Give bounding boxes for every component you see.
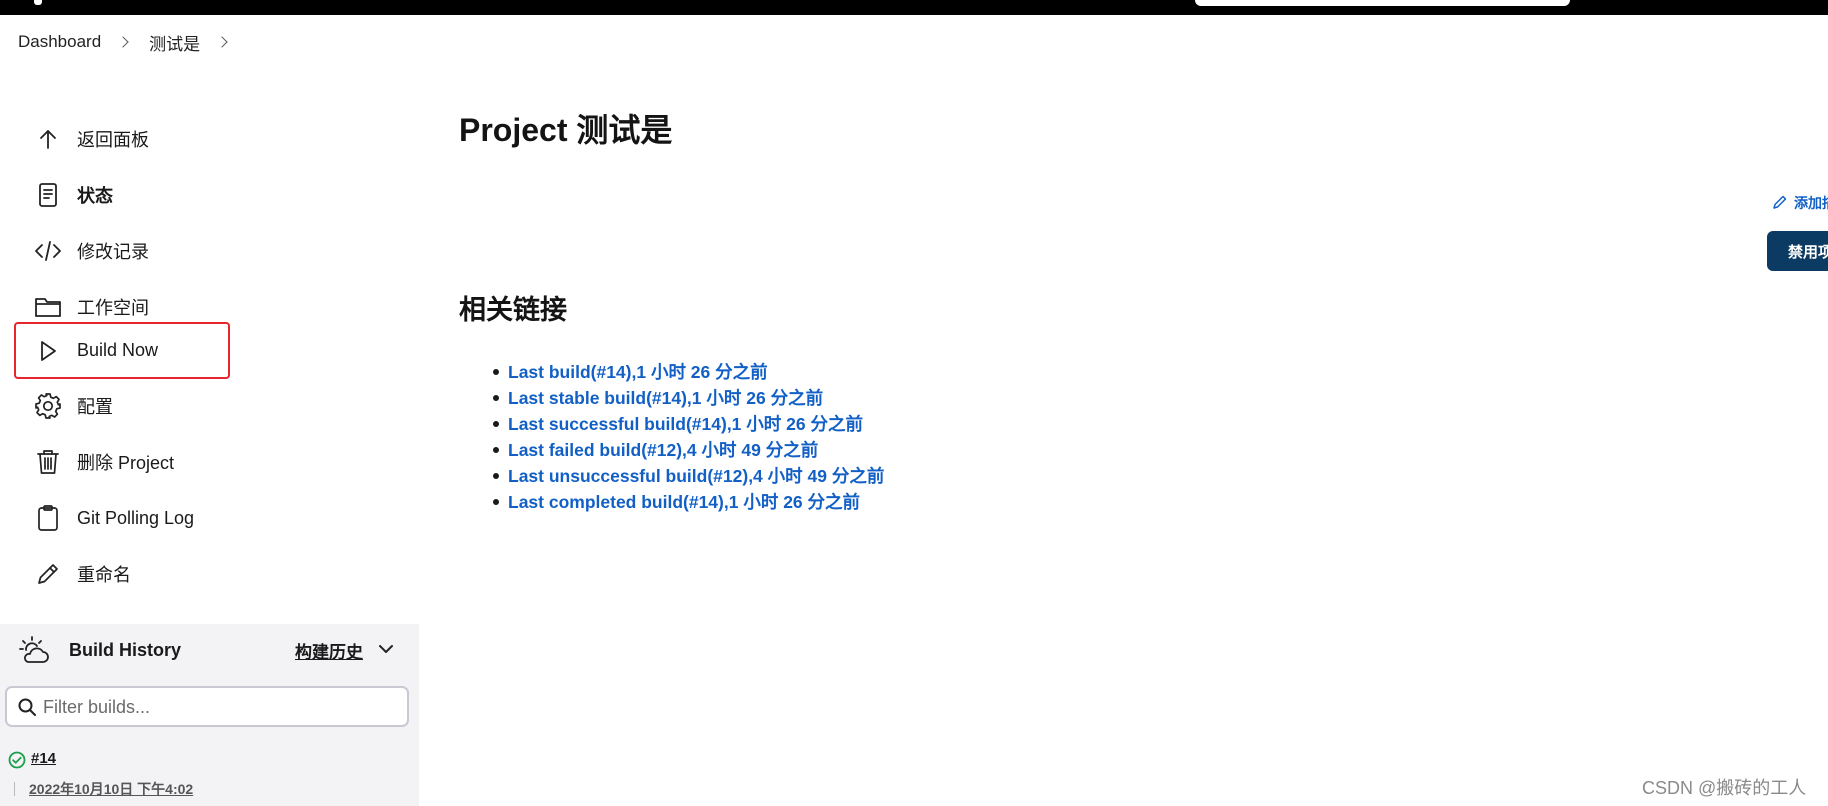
clipboard-icon bbox=[34, 504, 62, 532]
folder-icon bbox=[34, 293, 62, 321]
sidebar-item-back-to-dashboard[interactable]: 返回面板 bbox=[14, 112, 230, 166]
chevron-down-icon[interactable] bbox=[378, 642, 394, 660]
pencil-icon bbox=[34, 560, 62, 588]
build-history-title: Build History bbox=[69, 639, 182, 660]
weather-icon bbox=[19, 634, 51, 671]
list-item: Last stable build(#14),1 小时 26 分之前 bbox=[492, 385, 884, 411]
sidebar-item-git-polling-log[interactable]: Git Polling Log bbox=[14, 491, 230, 545]
sidebar-item-label: 删除 Project bbox=[77, 453, 175, 473]
last-completed-build-link[interactable]: Last completed build(#14),1 小时 26 分之前 bbox=[508, 492, 860, 512]
breadcrumb: Dashboard 测试是 bbox=[18, 30, 248, 54]
chevron-right-icon[interactable] bbox=[117, 36, 129, 48]
add-description-link[interactable]: 添加描述 bbox=[1772, 192, 1828, 214]
sidebar-item-label: 配置 bbox=[77, 397, 113, 417]
success-check-icon bbox=[8, 751, 26, 774]
sidebar-item-delete-project[interactable]: 删除 Project bbox=[14, 435, 230, 489]
top-header-bar bbox=[0, 0, 1828, 15]
sidebar-item-changes[interactable]: 修改记录 bbox=[14, 224, 230, 278]
search-icon bbox=[17, 697, 37, 722]
sidebar-item-label: 返回面板 bbox=[77, 130, 149, 150]
play-icon bbox=[34, 337, 62, 365]
add-description-label: 添加描述 bbox=[1794, 195, 1828, 211]
arrow-up-icon bbox=[34, 125, 62, 153]
list-item: Last successful build(#14),1 小时 26 分之前 bbox=[492, 411, 884, 437]
build-trend-link[interactable]: 构建历史 bbox=[295, 638, 363, 663]
trash-icon bbox=[34, 448, 62, 476]
list-item: Last unsuccessful build(#12),4 小时 49 分之前 bbox=[492, 463, 884, 489]
filter-builds-input[interactable] bbox=[43, 694, 399, 720]
page-title: Project 测试是 bbox=[459, 112, 673, 148]
sidebar-item-label: 状态 bbox=[77, 186, 113, 206]
last-unsuccessful-build-link[interactable]: Last unsuccessful build(#12),4 小时 49 分之前 bbox=[508, 466, 884, 486]
last-build-link[interactable]: Last build(#14),1 小时 26 分之前 bbox=[508, 362, 768, 382]
last-successful-build-link[interactable]: Last successful build(#14),1 小时 26 分之前 bbox=[508, 414, 863, 434]
code-icon bbox=[34, 237, 62, 265]
filter-builds-field[interactable] bbox=[5, 686, 409, 727]
sidebar-item-label: Build Now bbox=[77, 340, 159, 360]
pencil-icon bbox=[1772, 194, 1788, 213]
global-search-input[interactable] bbox=[1195, 0, 1570, 6]
sidebar-item-configure[interactable]: 配置 bbox=[14, 379, 230, 433]
related-links-list: Last build(#14),1 小时 26 分之前 Last stable … bbox=[492, 359, 884, 515]
list-item: Last completed build(#14),1 小时 26 分之前 bbox=[492, 489, 884, 515]
timeline-divider bbox=[14, 782, 15, 796]
breadcrumb-project[interactable]: 测试是 bbox=[149, 30, 200, 55]
sidebar-item-label: 重命名 bbox=[77, 565, 131, 585]
sidebar-item-label: Git Polling Log bbox=[77, 507, 195, 528]
sidebar-item-rename[interactable]: 重命名 bbox=[14, 547, 230, 601]
build-date-link[interactable]: 2022年10月10日 下午4:02 bbox=[29, 779, 193, 799]
disable-project-label: 禁用项目 bbox=[1788, 243, 1828, 261]
gear-icon bbox=[34, 392, 62, 420]
sidebar-item-status[interactable]: 状态 bbox=[14, 168, 230, 222]
breadcrumb-dashboard[interactable]: Dashboard bbox=[18, 32, 101, 52]
chevron-right-icon[interactable] bbox=[216, 36, 228, 48]
build-history-panel: Build History 构建历史 #14 2022年10月10日 下午4:0… bbox=[0, 624, 419, 806]
list-item: Last build(#14),1 小时 26 分之前 bbox=[492, 359, 884, 385]
document-icon bbox=[34, 181, 62, 209]
last-stable-build-link[interactable]: Last stable build(#14),1 小时 26 分之前 bbox=[508, 388, 823, 408]
disable-project-button[interactable]: 禁用项目 bbox=[1767, 231, 1828, 271]
build-history-row[interactable]: #14 2022年10月10日 下午4:02 bbox=[0, 742, 419, 806]
last-failed-build-link[interactable]: Last failed build(#12),4 小时 49 分之前 bbox=[508, 440, 818, 460]
build-number-link[interactable]: #14 bbox=[31, 750, 56, 767]
sidebar-item-build-now[interactable]: Build Now bbox=[14, 322, 230, 379]
related-links-heading: 相关链接 bbox=[459, 295, 567, 325]
sidebar-item-label: 工作空间 bbox=[77, 298, 149, 318]
watermark: CSDN @搬砖的工人 bbox=[1642, 778, 1807, 798]
sidebar-item-label: 修改记录 bbox=[77, 242, 149, 262]
list-item: Last failed build(#12),4 小时 49 分之前 bbox=[492, 437, 884, 463]
build-history-header: Build History 构建历史 bbox=[0, 624, 419, 676]
jenkins-logo[interactable] bbox=[34, 0, 42, 5]
